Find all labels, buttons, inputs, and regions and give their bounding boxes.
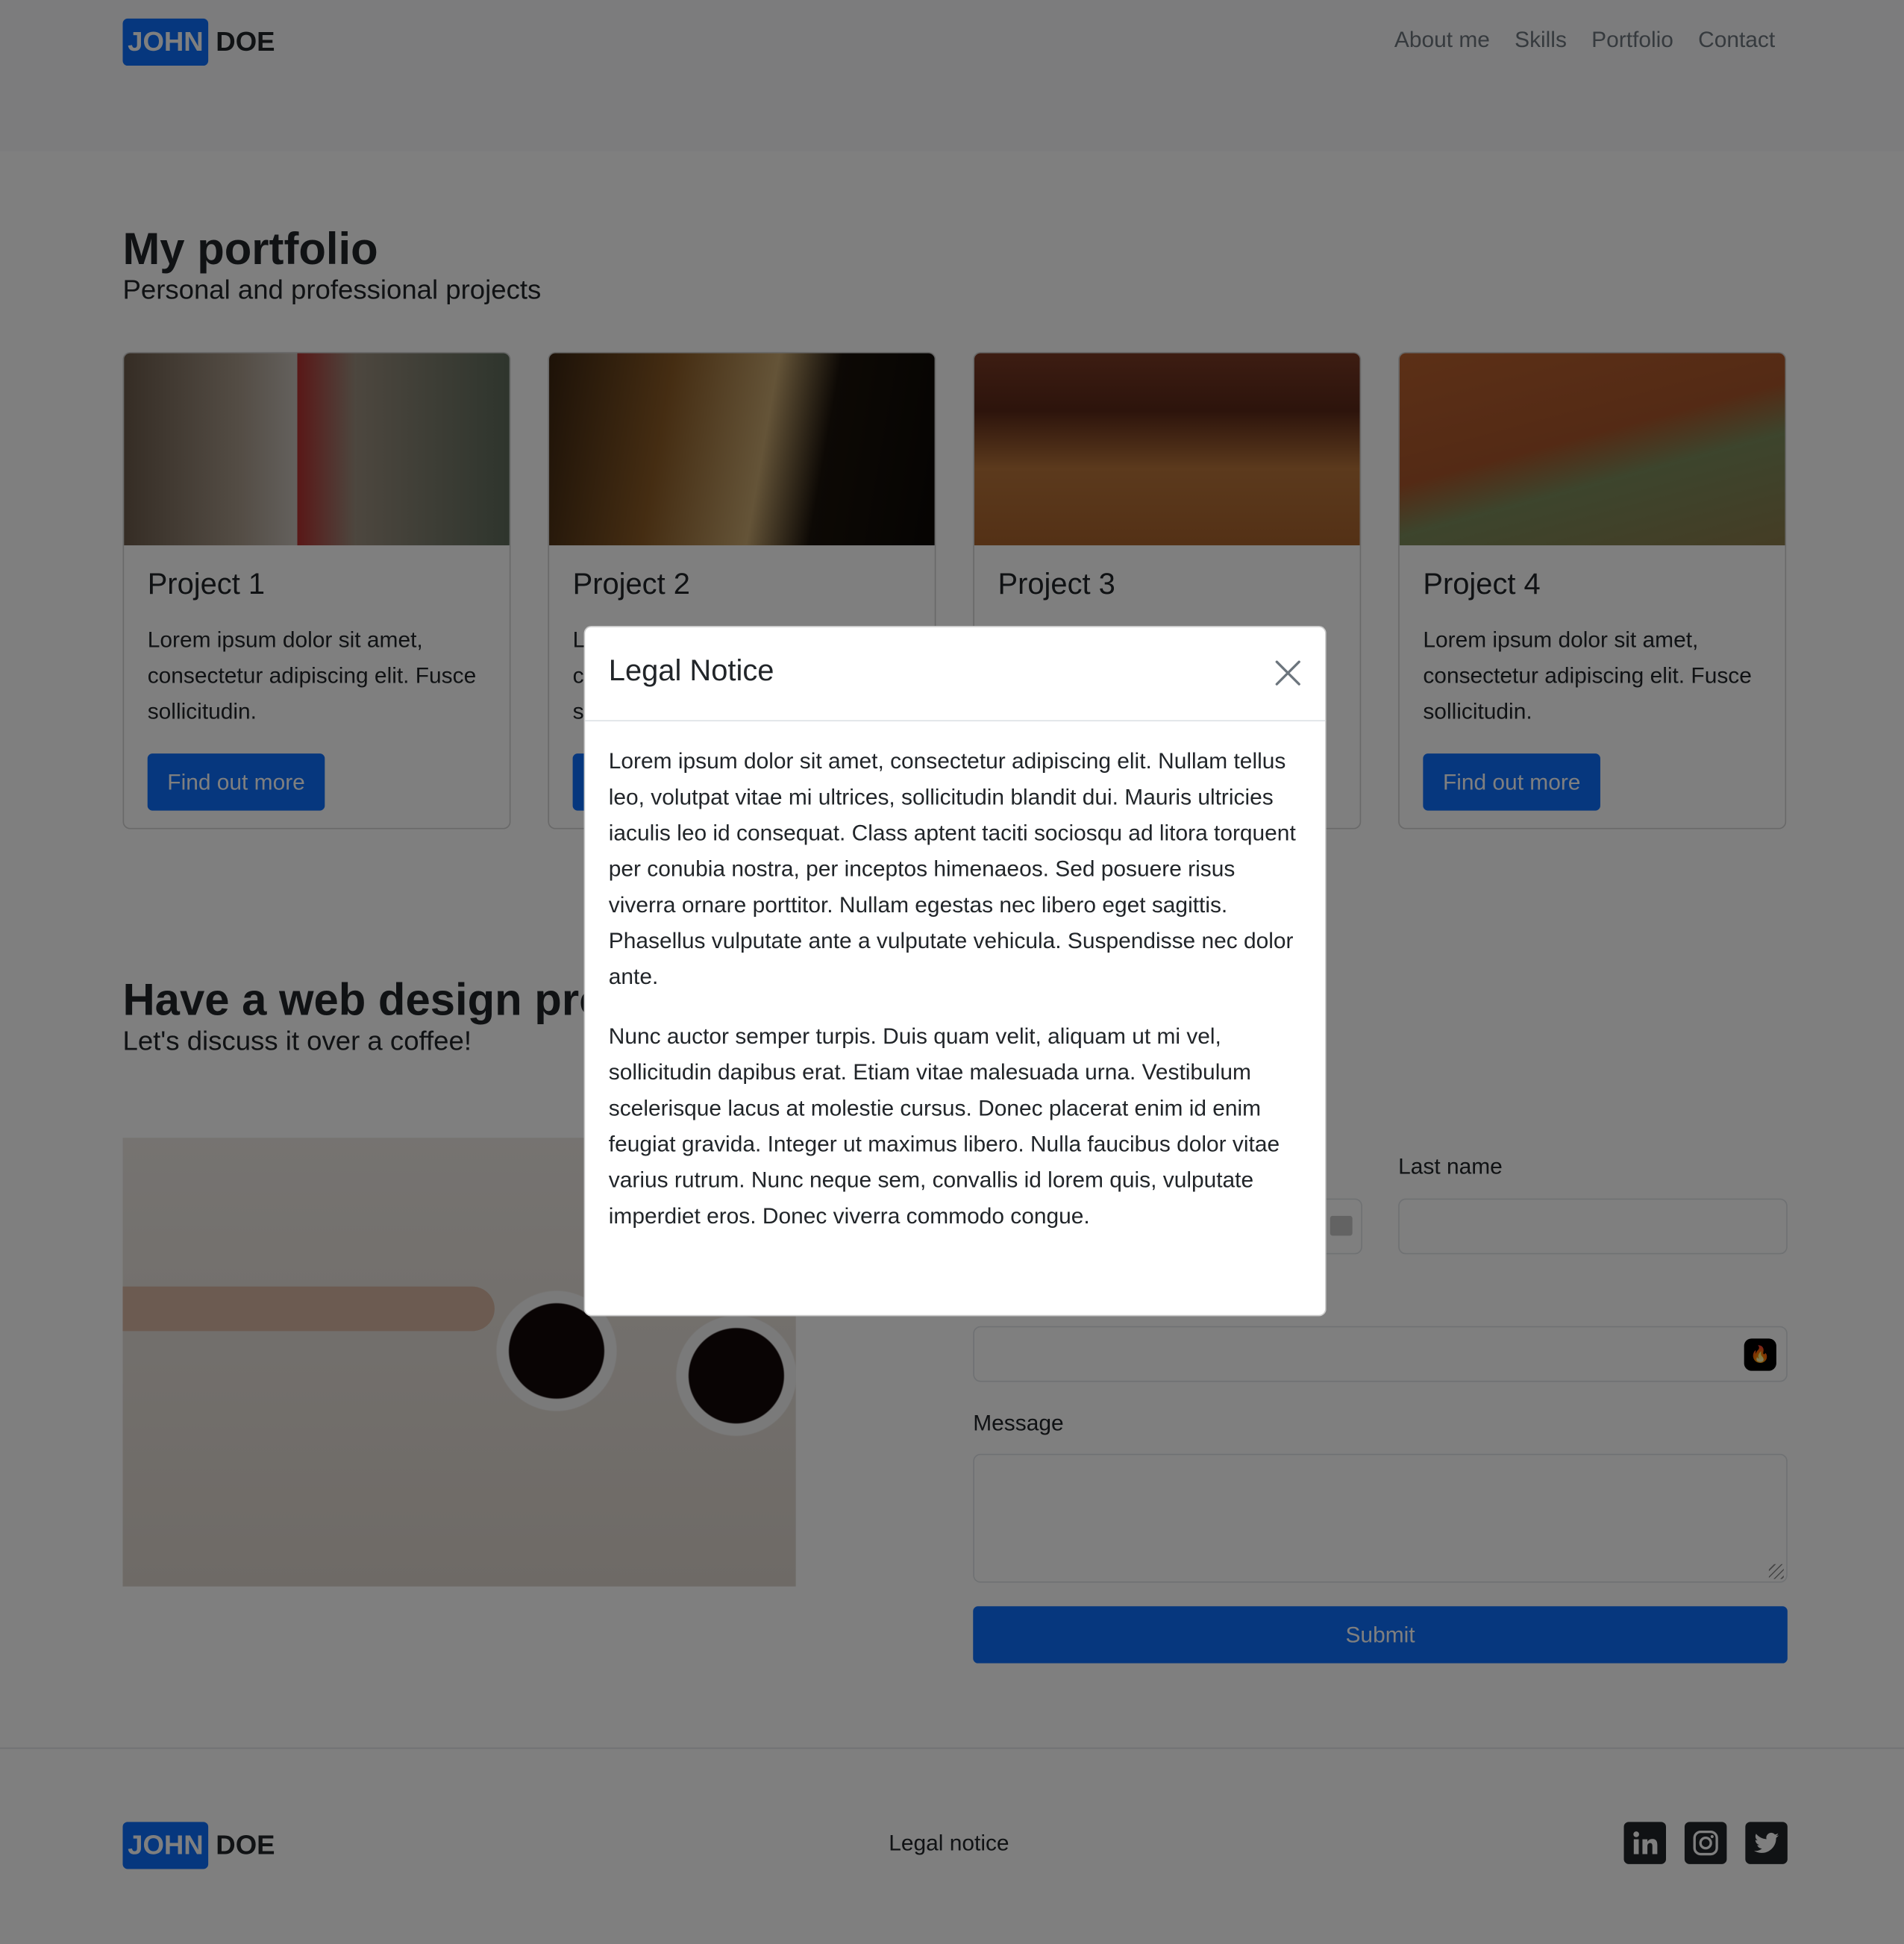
modal-paragraph: Nunc auctor semper turpis. Duis quam vel… xyxy=(608,1023,1280,1229)
legal-notice-modal: Legal Notice Lorem ipsum dolor sit amet,… xyxy=(583,626,1327,1317)
modal-title: Legal Notice xyxy=(608,654,774,689)
modal-body: Lorem ipsum dolor sit amet, consectetur … xyxy=(585,721,1325,1280)
modal-header: Legal Notice xyxy=(585,627,1326,721)
modal-paragraph: Lorem ipsum dolor sit amet, consectetur … xyxy=(608,748,1296,989)
close-icon[interactable] xyxy=(1273,658,1303,688)
page: JOHN DOE About me Skills Portfolio Conta… xyxy=(0,0,1904,1944)
